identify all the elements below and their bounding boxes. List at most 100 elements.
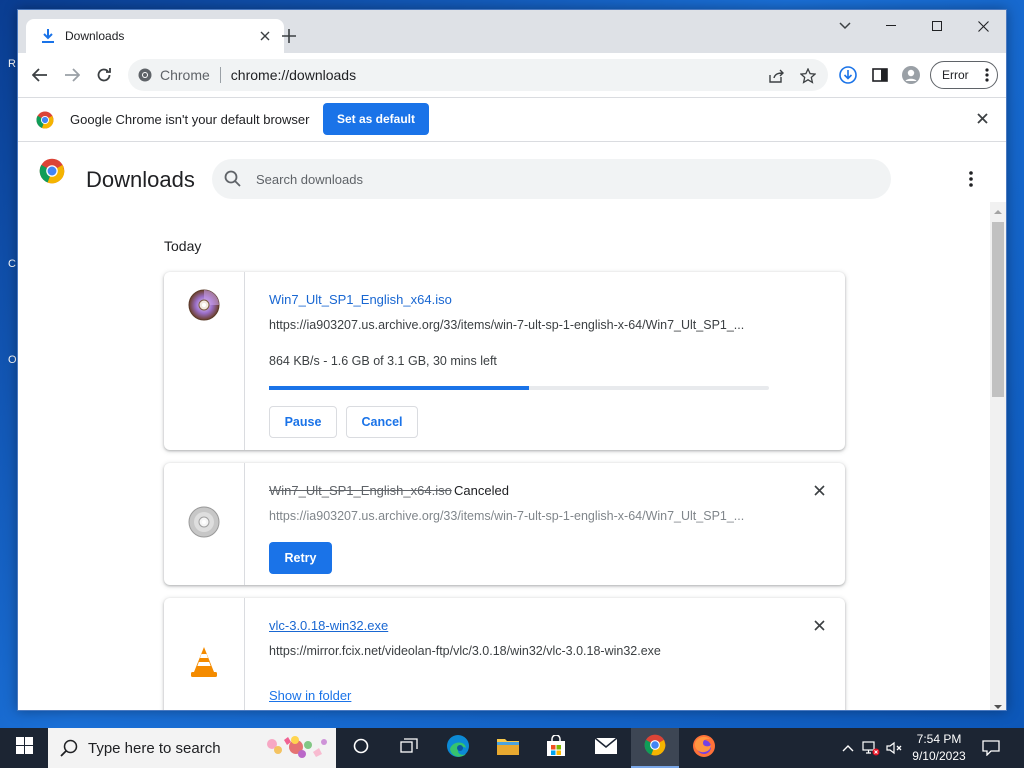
- volume-muted-icon[interactable]: [884, 738, 904, 758]
- chrome-logo-icon: [39, 158, 65, 189]
- task-view-button[interactable]: [385, 728, 433, 768]
- file-url: https://ia903207.us.archive.org/33/items…: [269, 509, 745, 523]
- profile-avatar[interactable]: [901, 65, 921, 85]
- taskbar-chrome[interactable]: [631, 728, 679, 768]
- more-menu-icon[interactable]: [985, 68, 989, 85]
- bookmark-star-icon[interactable]: [799, 67, 817, 85]
- profile-error-label: Error: [942, 68, 969, 82]
- page-title: Downloads: [86, 167, 195, 192]
- default-browser-infobar: Google Chrome isn't your default browser…: [18, 97, 1006, 142]
- cancel-button[interactable]: Cancel: [346, 406, 418, 438]
- site-chip[interactable]: Chrome: [138, 67, 210, 83]
- new-tab-button[interactable]: [278, 25, 300, 47]
- cortana-circle-icon: [353, 738, 369, 759]
- taskbar-search-box[interactable]: Type here to search: [48, 728, 336, 768]
- close-window-button[interactable]: [960, 10, 1006, 42]
- clock-time: 7:54 PM: [916, 732, 962, 746]
- notification-center-icon[interactable]: [980, 738, 1002, 758]
- tab-title: Downloads: [65, 29, 125, 43]
- file-url: https://mirror.fcix.net/videolan-ftp/vlc…: [269, 644, 661, 658]
- tray-overflow-chevron-icon[interactable]: [838, 738, 858, 758]
- taskbar-edge[interactable]: [434, 728, 482, 768]
- tab-search-icon[interactable]: [822, 10, 868, 42]
- search-downloads-input[interactable]: [256, 169, 856, 189]
- download-details: vlc-3.0.18-win32.exe https://mirror.fcix…: [269, 598, 845, 710]
- remove-item-icon[interactable]: [811, 617, 827, 633]
- windows-logo-icon: [15, 737, 33, 759]
- tab-strip: Downloads: [18, 10, 1006, 53]
- share-icon[interactable]: [768, 67, 786, 85]
- tab-downloads[interactable]: Downloads: [26, 19, 284, 53]
- progress-bar: [269, 386, 769, 390]
- file-icon-column: [164, 463, 245, 585]
- cortana-button[interactable]: [337, 728, 385, 768]
- progress-text: 864 KB/s - 1.6 GB of 3.1 GB, 30 mins lef…: [269, 354, 497, 368]
- omnibox-separator: [219, 67, 221, 83]
- reload-button[interactable]: [90, 61, 118, 89]
- system-clock[interactable]: 7:54 PM 9/10/2023: [904, 731, 974, 765]
- download-item: vlc-3.0.18-win32.exe https://mirror.fcix…: [164, 598, 845, 710]
- infobar-message: Google Chrome isn't your default browser: [70, 112, 310, 127]
- progress-bar-fill: [269, 386, 529, 390]
- store-bag-icon: [545, 733, 567, 762]
- address-bar[interactable]: Chrome chrome://downloads: [128, 59, 828, 91]
- downloads-page: Downloads Today: [18, 142, 1006, 711]
- downloads-more-menu-icon[interactable]: [963, 169, 979, 189]
- folder-icon: [496, 736, 520, 761]
- mail-icon: [594, 736, 618, 760]
- network-icon[interactable]: [861, 738, 881, 758]
- taskbar-search-placeholder: Type here to search: [88, 740, 221, 757]
- back-button[interactable]: [26, 61, 54, 89]
- clock-date: 9/10/2023: [912, 749, 966, 763]
- scrollbar-thumb[interactable]: [992, 222, 1004, 397]
- scroll-down-arrow-icon[interactable]: [994, 703, 1002, 711]
- close-infobar-icon[interactable]: [974, 110, 990, 126]
- chrome-logo-icon: [36, 111, 54, 134]
- task-view-icon: [400, 737, 418, 759]
- pause-button[interactable]: Pause: [269, 406, 337, 438]
- start-button[interactable]: [0, 728, 48, 768]
- download-details: Win7_Ult_SP1_English_x64.iso Canceled ht…: [269, 463, 845, 585]
- download-details: Win7_Ult_SP1_English_x64.iso https://ia9…: [269, 272, 845, 450]
- file-name-link[interactable]: vlc-3.0.18-win32.exe: [269, 618, 388, 633]
- profile-error-button[interactable]: Error: [930, 61, 998, 89]
- browser-window: Downloads Chrome chrome://downloads Erro…: [17, 9, 1007, 711]
- set-as-default-button[interactable]: Set as default: [323, 103, 429, 135]
- minimize-button[interactable]: [868, 10, 914, 42]
- taskbar-mail[interactable]: [582, 728, 630, 768]
- search-icon: [60, 739, 78, 762]
- scroll-up-arrow-icon[interactable]: [994, 208, 1002, 216]
- side-panel-icon[interactable]: [870, 65, 890, 85]
- taskbar-store[interactable]: [532, 728, 580, 768]
- file-icon-column: [164, 598, 245, 710]
- edge-icon: [446, 734, 470, 763]
- search-downloads[interactable]: [212, 159, 891, 199]
- chrome-icon: [138, 68, 152, 82]
- download-icon: [40, 28, 56, 44]
- disc-image-icon: [188, 289, 220, 326]
- downloads-icon[interactable]: [838, 65, 858, 85]
- url-text[interactable]: chrome://downloads: [231, 67, 356, 83]
- taskbar-file-explorer[interactable]: [484, 728, 532, 768]
- disc-image-icon: [188, 506, 220, 543]
- close-tab-icon[interactable]: [256, 27, 274, 45]
- taskbar: Type here to search 7:54 PM 9/10/2023: [0, 728, 1024, 768]
- maximize-button[interactable]: [914, 10, 960, 42]
- chrome-icon: [644, 734, 666, 761]
- vlc-cone-icon: [190, 646, 218, 683]
- canceled-status: Canceled: [454, 483, 509, 498]
- retry-button[interactable]: Retry: [269, 542, 332, 574]
- remove-item-icon[interactable]: [811, 482, 827, 498]
- forward-button[interactable]: [58, 61, 86, 89]
- download-item: Win7_Ult_SP1_English_x64.iso Canceled ht…: [164, 463, 845, 585]
- browser-toolbar: Chrome chrome://downloads Error: [18, 53, 1006, 97]
- file-name: Win7_Ult_SP1_English_x64.iso: [269, 483, 452, 498]
- file-icon-column: [164, 272, 245, 450]
- date-header: Today: [164, 238, 202, 254]
- file-url: https://ia903207.us.archive.org/33/items…: [269, 318, 745, 332]
- site-label: Chrome: [160, 67, 210, 83]
- show-in-folder-link[interactable]: Show in folder: [269, 688, 351, 703]
- taskbar-firefox[interactable]: [680, 728, 728, 768]
- firefox-icon: [692, 734, 716, 763]
- file-name-link[interactable]: Win7_Ult_SP1_English_x64.iso: [269, 292, 452, 307]
